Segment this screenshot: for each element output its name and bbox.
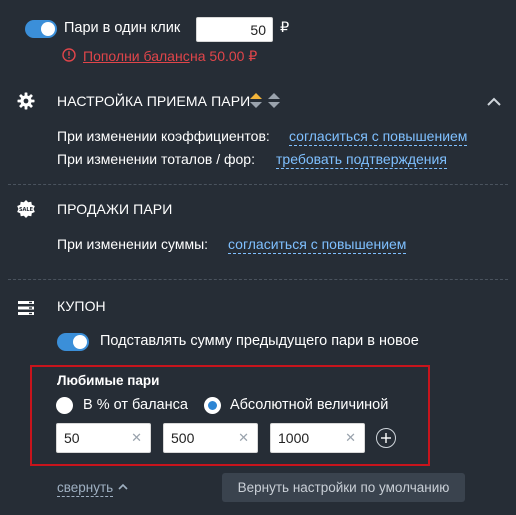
reset-defaults-button[interactable]: Вернуть настройки по умолчанию (222, 473, 465, 502)
odds-change-option[interactable]: согласиться с повышением (289, 128, 468, 146)
one-click-amount-input[interactable]: 50 (196, 17, 273, 42)
radio-absolute-value[interactable] (204, 397, 221, 414)
one-click-amount-value: 50 (250, 21, 266, 38)
collapse-link[interactable]: свернуть (57, 480, 114, 497)
chevron-up-small-icon[interactable] (116, 479, 130, 493)
one-click-toggle[interactable] (25, 20, 57, 38)
prev-sum-label: Подставлять сумму предыдущего пари в нов… (100, 333, 419, 349)
bet-settings-title: НАСТРОЙКА ПРИЕМА ПАРИ (57, 93, 251, 109)
warning-icon (62, 48, 76, 62)
favorite-amount-value: 1000 (278, 430, 310, 446)
radio-percent-balance[interactable] (56, 397, 73, 414)
add-amount-plus-icon[interactable] (376, 428, 396, 448)
section-divider (8, 279, 508, 280)
gear-icon (16, 91, 36, 111)
radio-absolute-value-label: Абсолютной величиной (230, 397, 389, 413)
favorite-amount-value: 50 (64, 430, 80, 446)
top-up-balance-link[interactable]: Пополни баланс (83, 48, 190, 64)
sort-arrows-icon[interactable] (249, 92, 281, 110)
coupon-title: КУПОН (57, 298, 106, 314)
sum-change-option[interactable]: согласиться с повышением (228, 236, 407, 254)
one-click-label: Пари в один клик (64, 20, 181, 36)
coupon-list-icon (16, 298, 36, 318)
odds-change-label: При изменении коэффициентов: (57, 128, 270, 144)
favorite-amount-value: 500 (171, 430, 195, 446)
totals-change-label: При изменении тоталов / фор: (57, 151, 255, 167)
section-divider (8, 184, 508, 185)
favorite-bets-title: Любимые пари (57, 373, 160, 388)
sum-change-label: При изменении суммы: (57, 236, 209, 252)
clear-icon[interactable]: ✕ (238, 430, 249, 446)
clear-icon[interactable]: ✕ (345, 430, 356, 446)
svg-text:SALE: SALE (19, 207, 34, 213)
favorite-amount-input[interactable]: 1000 ✕ (270, 423, 365, 453)
currency-symbol: ₽ (280, 20, 290, 36)
clear-icon[interactable]: ✕ (131, 430, 142, 446)
radio-percent-balance-label: В % от баланса (83, 397, 188, 413)
top-up-amount-text: на 50.00 ₽ (190, 48, 258, 64)
sales-title: ПРОДАЖИ ПАРИ (57, 201, 173, 217)
prev-sum-toggle[interactable] (57, 333, 89, 351)
favorite-amount-input[interactable]: 500 ✕ (163, 423, 258, 453)
chevron-up-icon[interactable] (484, 92, 504, 112)
reset-defaults-label: Вернуть настройки по умолчанию (237, 480, 450, 495)
totals-change-option[interactable]: требовать подтверждения (276, 151, 447, 169)
sale-badge-icon: SALE (16, 199, 36, 219)
favorite-amount-input[interactable]: 50 ✕ (56, 423, 151, 453)
